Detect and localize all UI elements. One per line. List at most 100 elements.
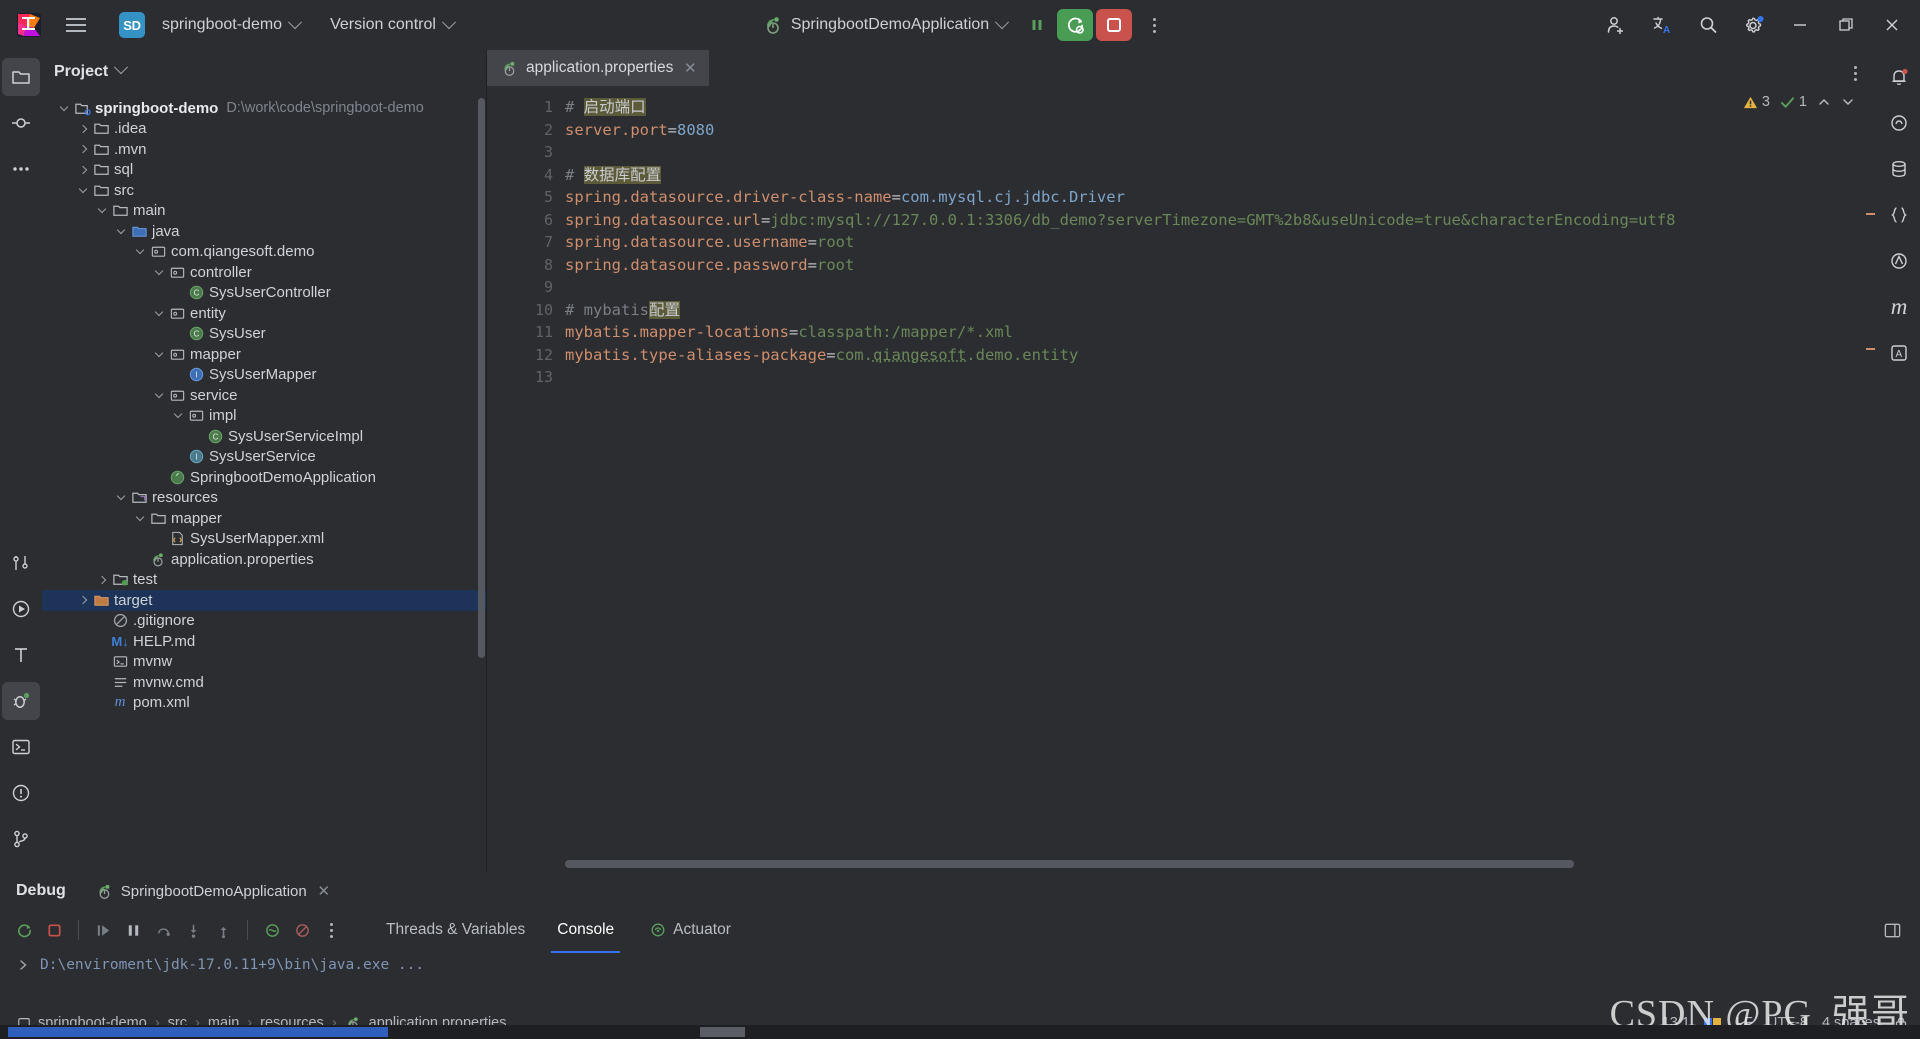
commit-tool-button[interactable]	[2, 104, 40, 142]
chevron-right-icon[interactable]	[75, 592, 91, 608]
chevron-down-icon[interactable]	[113, 490, 129, 506]
tree-node-sysuserservice[interactable]: I SysUserService	[42, 447, 486, 468]
tree-node--gitignore[interactable]: .gitignore	[42, 611, 486, 632]
console-output-area[interactable]: D:\enviroment\jdk-17.0.11+9\bin\java.exe…	[0, 950, 1920, 980]
notifications-button[interactable]	[1880, 58, 1918, 96]
tab-console[interactable]: Console	[545, 915, 626, 953]
ai-assistant-button[interactable]	[1880, 104, 1918, 142]
maven-m-button[interactable]: m	[1880, 288, 1918, 326]
tree-node-springbootdemoapplication[interactable]: SpringbootDemoApplication	[42, 467, 486, 488]
search-everywhere-button[interactable]	[1686, 3, 1730, 47]
code-line[interactable]: mybatis.mapper-locations=classpath:/mapp…	[559, 321, 1878, 344]
chevron-right-icon[interactable]	[94, 572, 110, 588]
gutter-line-number[interactable]: 4	[487, 164, 559, 187]
build-tool-button[interactable]	[2, 636, 40, 674]
editor-viewport[interactable]: 1 2 3 4 5 6 7 8 9 10 11 12 13 # 启动端口 server.port=8080…	[487, 86, 1878, 872]
editor-gutter[interactable]: 1 2 3 4 5 6 7 8 9 10 11 12 13	[487, 86, 581, 872]
expand-console-icon[interactable]	[16, 958, 30, 972]
problems-tool-button[interactable]	[2, 774, 40, 812]
chevron-down-icon[interactable]	[151, 305, 167, 321]
close-tab-button[interactable]: ✕	[681, 59, 699, 77]
pause-program-button[interactable]	[1020, 8, 1054, 42]
tree-node-java[interactable]: java	[42, 221, 486, 242]
gutter-line-number[interactable]: 10	[487, 299, 559, 322]
tab-threads-variables[interactable]: Threads & Variables	[374, 915, 537, 945]
next-highlight-button[interactable]	[1838, 92, 1858, 112]
chevron-right-icon[interactable]	[75, 162, 91, 178]
code-line[interactable]: # mybatis配置	[559, 299, 1878, 322]
gradle-tool-button[interactable]	[1880, 196, 1918, 234]
tree-node--mvn[interactable]: .mvn	[42, 139, 486, 160]
chevron-down-icon[interactable]	[94, 203, 110, 219]
tree-node-sysuserserviceimpl[interactable]: C SysUserServiceImpl	[42, 426, 486, 447]
previous-highlight-button[interactable]	[1814, 92, 1834, 112]
step-into-button[interactable]	[179, 916, 207, 944]
code-line[interactable]: spring.datasource.password=root	[559, 254, 1878, 277]
chevron-down-icon[interactable]	[113, 223, 129, 239]
terminal-tool-button[interactable]	[2, 728, 40, 766]
bookmarks-tool-button[interactable]	[2, 544, 40, 582]
editor-options-button[interactable]	[1842, 60, 1868, 86]
tree-node-impl[interactable]: impl	[42, 406, 486, 427]
chevron-down-icon[interactable]	[170, 408, 186, 424]
translation-tool-button[interactable]: A	[1880, 334, 1918, 372]
maven-tool-button[interactable]	[1880, 242, 1918, 280]
scrollbar-thumb[interactable]	[565, 860, 1574, 868]
editor-horizontal-scrollbar[interactable]	[565, 860, 1858, 868]
project-file-tree[interactable]: springboot-demo D:\work\code\springboot-d…	[42, 94, 486, 872]
translate-button[interactable]: A	[1640, 3, 1684, 47]
main-menu-button[interactable]	[56, 5, 96, 45]
tree-node-mapper[interactable]: mapper	[42, 508, 486, 529]
gutter-line-number[interactable]: 13	[487, 366, 559, 389]
gutter-line-number[interactable]: 8	[487, 254, 559, 277]
chevron-right-icon[interactable]	[75, 141, 91, 157]
code-line[interactable]	[559, 276, 1878, 299]
chevron-down-icon[interactable]	[75, 182, 91, 198]
code-line[interactable]: spring.datasource.url=jdbc:mysql://127.0…	[559, 209, 1878, 232]
tree-node-sysusermapper-xml[interactable]: SysUserMapper.xml	[42, 529, 486, 550]
tree-node-src[interactable]: src	[42, 180, 486, 201]
step-out-button[interactable]	[209, 916, 237, 944]
warnings-count[interactable]: 3	[1740, 92, 1773, 112]
code-line[interactable]	[559, 141, 1878, 164]
chevron-down-icon[interactable]	[56, 100, 72, 116]
gutter-line-number[interactable]: 7	[487, 231, 559, 254]
rerun-debug-button[interactable]	[1057, 9, 1094, 41]
rerun-session-button[interactable]	[10, 916, 38, 944]
close-window-button[interactable]	[1870, 3, 1914, 47]
tree-node-sql[interactable]: sql	[42, 160, 486, 181]
tree-node-mvnw[interactable]: mvnw	[42, 652, 486, 673]
settings-button[interactable]	[1732, 3, 1776, 47]
checks-count[interactable]: 1	[1777, 92, 1810, 112]
tree-node-main[interactable]: main	[42, 201, 486, 222]
git-tool-button[interactable]	[2, 820, 40, 858]
tree-node-entity[interactable]: entity	[42, 303, 486, 324]
tree-node-mapper[interactable]: mapper	[42, 344, 486, 365]
stop-program-button[interactable]	[1096, 9, 1133, 41]
code-line[interactable]: # 数据库配置	[559, 164, 1878, 187]
chevron-down-icon[interactable]	[151, 387, 167, 403]
tree-node-sysuser[interactable]: C SysUser	[42, 324, 486, 345]
run-configuration-selector[interactable]: SpringbootDemoApplication	[753, 8, 1017, 42]
gutter-line-number[interactable]: 6	[487, 209, 559, 232]
step-over-button[interactable]	[149, 916, 177, 944]
project-tool-button[interactable]	[2, 58, 40, 96]
debug-more-actions-button[interactable]	[318, 917, 344, 943]
tab-actuator[interactable]: Actuator	[638, 915, 743, 945]
inspection-markers-gutter[interactable]	[1864, 86, 1878, 872]
gutter-line-number[interactable]: 2	[487, 119, 559, 142]
chevron-down-icon[interactable]	[132, 510, 148, 526]
tree-node-controller[interactable]: controller	[42, 262, 486, 283]
code-line[interactable]: server.port=8080	[559, 119, 1878, 142]
code-line[interactable]: spring.datasource.username=root	[559, 231, 1878, 254]
minimize-window-button[interactable]	[1778, 3, 1822, 47]
gutter-line-number[interactable]: 12	[487, 344, 559, 367]
gutter-line-number[interactable]: 11	[487, 321, 559, 344]
evaluate-expression-button[interactable]	[258, 916, 286, 944]
gutter-line-number[interactable]: 3	[487, 141, 559, 164]
tree-node-springboot-demo[interactable]: springboot-demo D:\work\code\springboot-d…	[42, 98, 486, 119]
tree-node-service[interactable]: service	[42, 385, 486, 406]
project-tree-scrollbar[interactable]	[478, 98, 485, 658]
tree-node-target[interactable]: target	[42, 590, 486, 611]
tree-node-resources[interactable]: resources	[42, 488, 486, 509]
